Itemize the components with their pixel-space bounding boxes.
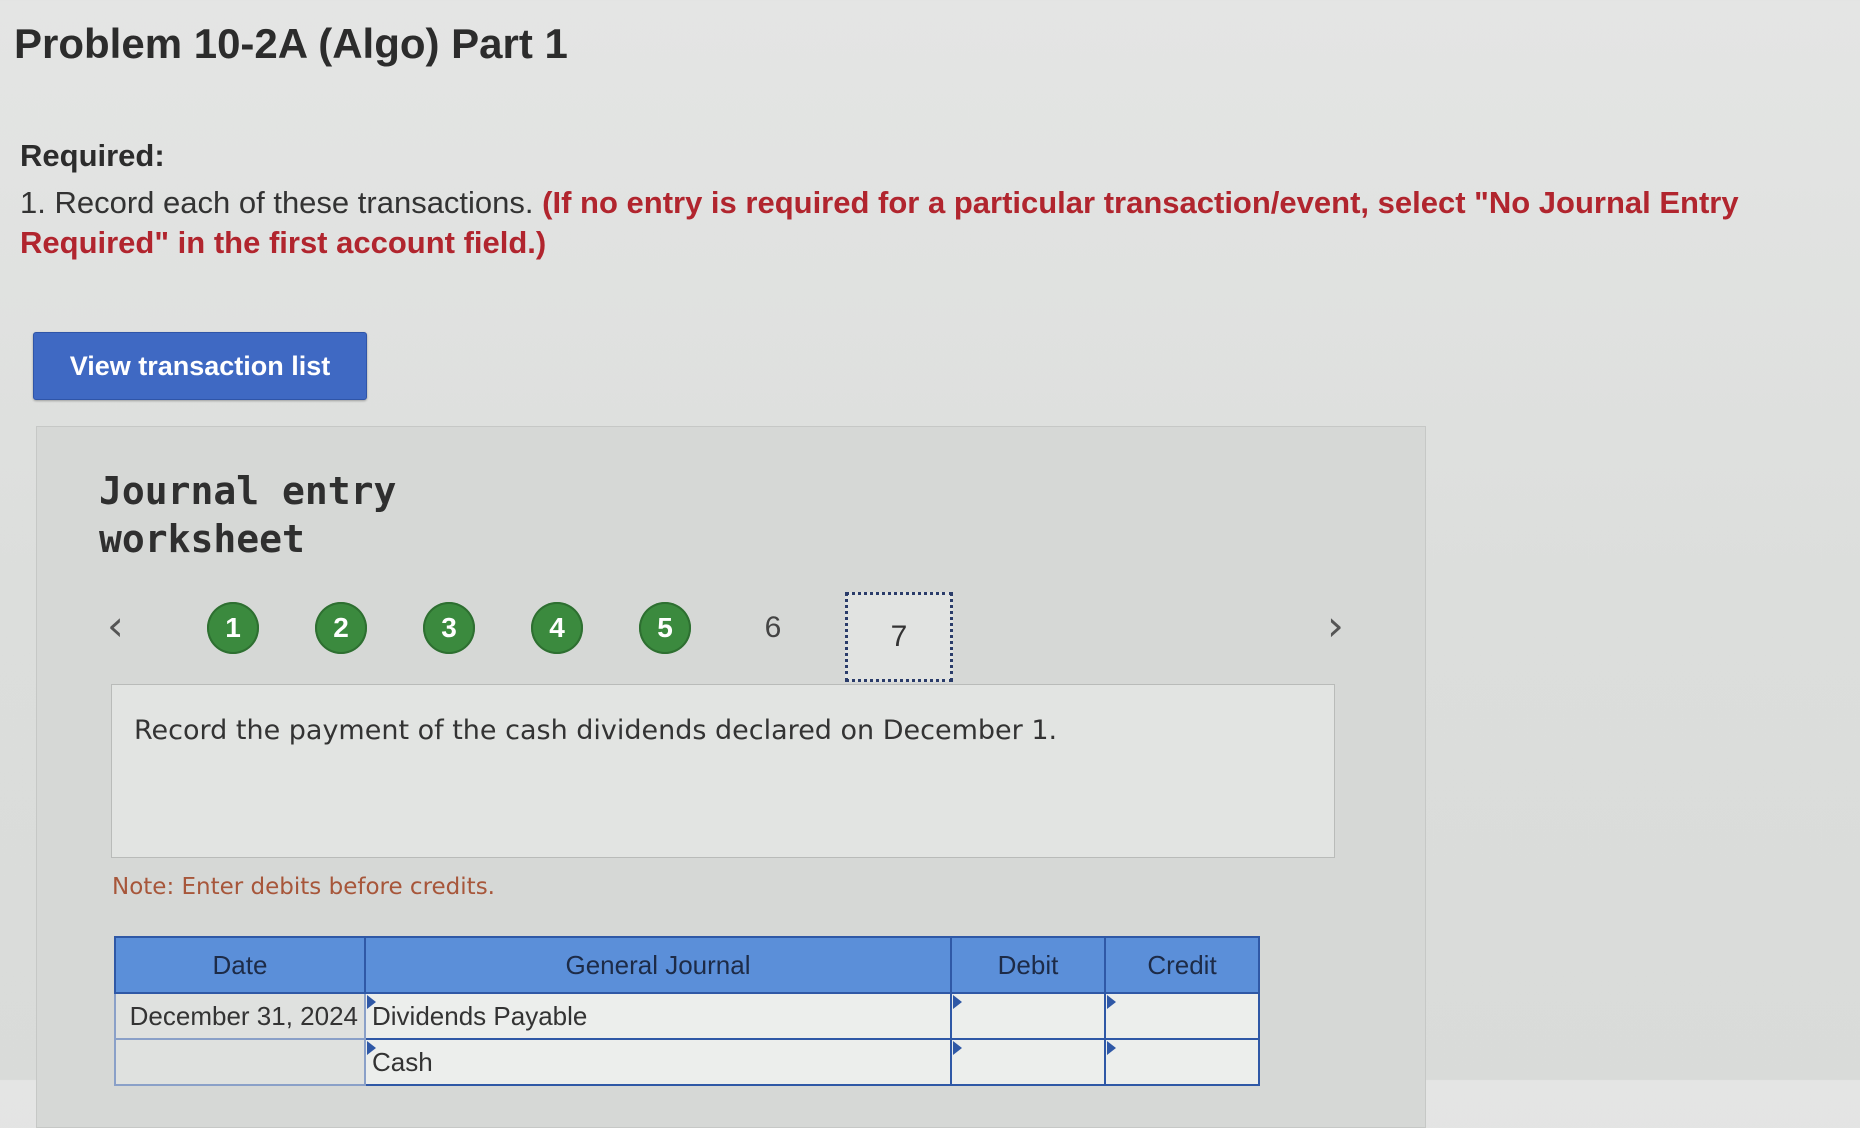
account-value: Dividends Payable <box>372 1000 588 1031</box>
debit-input[interactable] <box>950 1038 1106 1086</box>
chevron-left-icon[interactable]: ‹ <box>107 603 124 649</box>
instruction-number: 1. <box>20 185 46 220</box>
date-cell[interactable] <box>114 1038 366 1086</box>
account-value: Cash <box>372 1046 433 1077</box>
page-title: Problem 10-2A (Algo) Part 1 <box>14 20 568 67</box>
entry-flag-icon <box>367 995 376 1009</box>
credit-input[interactable] <box>1104 1038 1260 1086</box>
chevron-right-icon[interactable]: › <box>1327 603 1344 649</box>
header-debit: Debit <box>950 936 1106 994</box>
view-transaction-list-button[interactable]: View transaction list <box>33 332 367 400</box>
debit-input[interactable] <box>950 992 1106 1040</box>
step-7-current[interactable]: 7 <box>845 592 953 682</box>
credit-input[interactable] <box>1104 992 1260 1040</box>
required-label: Required: <box>20 138 165 173</box>
entry-flag-icon <box>367 1041 376 1055</box>
entry-flag-icon <box>953 995 962 1009</box>
header-date: Date <box>114 936 366 994</box>
entry-flag-icon <box>1107 1041 1116 1055</box>
worksheet-title: Journal entry worksheet <box>99 469 397 561</box>
table-row: Cash <box>114 1038 1260 1086</box>
header-credit: Credit <box>1104 936 1260 994</box>
step-6-button[interactable]: 6 <box>747 602 799 654</box>
entry-flag-icon <box>953 1041 962 1055</box>
step-5-button[interactable]: 5 <box>639 602 691 654</box>
transaction-prompt-text: Record the payment of the cash dividends… <box>134 715 1058 746</box>
account-cell[interactable]: Dividends Payable <box>364 992 952 1040</box>
journal-table: Date General Journal Debit Credit Decemb… <box>114 936 1260 1086</box>
step-3-button[interactable]: 3 <box>423 602 475 654</box>
date-cell[interactable]: December 31, 2024 <box>114 992 366 1040</box>
journal-entry-worksheet-panel: Journal entry worksheet ‹ 1 2 3 4 5 6 7 … <box>36 426 1426 1128</box>
instruction-text: 1. Record each of these transactions. (I… <box>20 183 1820 263</box>
step-1-button[interactable]: 1 <box>207 602 259 654</box>
entry-flag-icon <box>1107 995 1116 1009</box>
debits-note: Note: Enter debits before credits. <box>112 874 495 900</box>
instruction-main: Record each of these transactions. <box>54 185 534 220</box>
step-4-button[interactable]: 4 <box>531 602 583 654</box>
account-cell[interactable]: Cash <box>364 1038 952 1086</box>
step-2-button[interactable]: 2 <box>315 602 367 654</box>
header-general-journal: General Journal <box>364 936 952 994</box>
table-row: December 31, 2024 Dividends Payable <box>114 992 1260 1040</box>
transaction-prompt-box: Record the payment of the cash dividends… <box>111 684 1335 858</box>
